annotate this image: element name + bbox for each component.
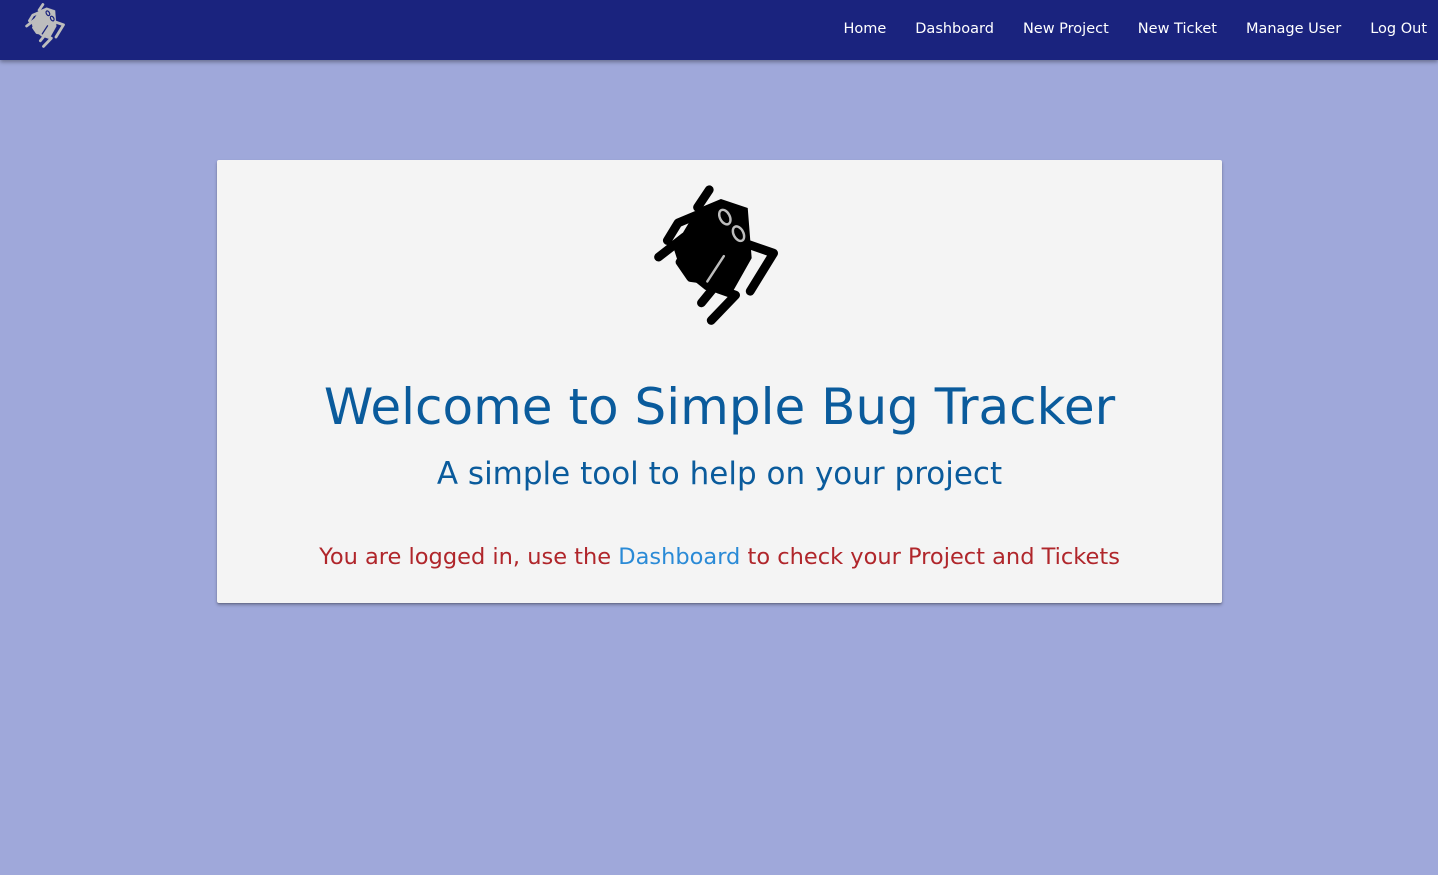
bug-logo-icon[interactable] [20, 2, 72, 52]
nav-link-dashboard[interactable]: Dashboard [915, 21, 994, 37]
nav-link-log-out[interactable]: Log Out [1370, 21, 1427, 37]
logged-in-message: You are logged in, use the Dashboard to … [217, 541, 1222, 573]
dashboard-link[interactable]: Dashboard [618, 544, 740, 570]
nav-link-manage-user[interactable]: Manage User [1246, 21, 1341, 37]
nav-menu: Home Dashboard New Project New Ticket Ma… [814, 0, 1438, 58]
nav-link-new-project[interactable]: New Project [1023, 21, 1109, 37]
message-suffix: to check your Project and Tickets [740, 544, 1120, 570]
welcome-card: Welcome to Simple Bug Tracker A simple t… [217, 160, 1222, 603]
message-prefix: You are logged in, use the [319, 544, 619, 570]
nav-link-new-ticket[interactable]: New Ticket [1138, 21, 1217, 37]
bug-logo-icon [654, 185, 778, 325]
nav-link-home[interactable]: Home [843, 21, 886, 37]
top-navbar: Home Dashboard New Project New Ticket Ma… [0, 0, 1438, 60]
page-title: Welcome to Simple Bug Tracker [323, 378, 1116, 436]
page-subtitle: A simple tool to help on your project [436, 456, 1003, 492]
